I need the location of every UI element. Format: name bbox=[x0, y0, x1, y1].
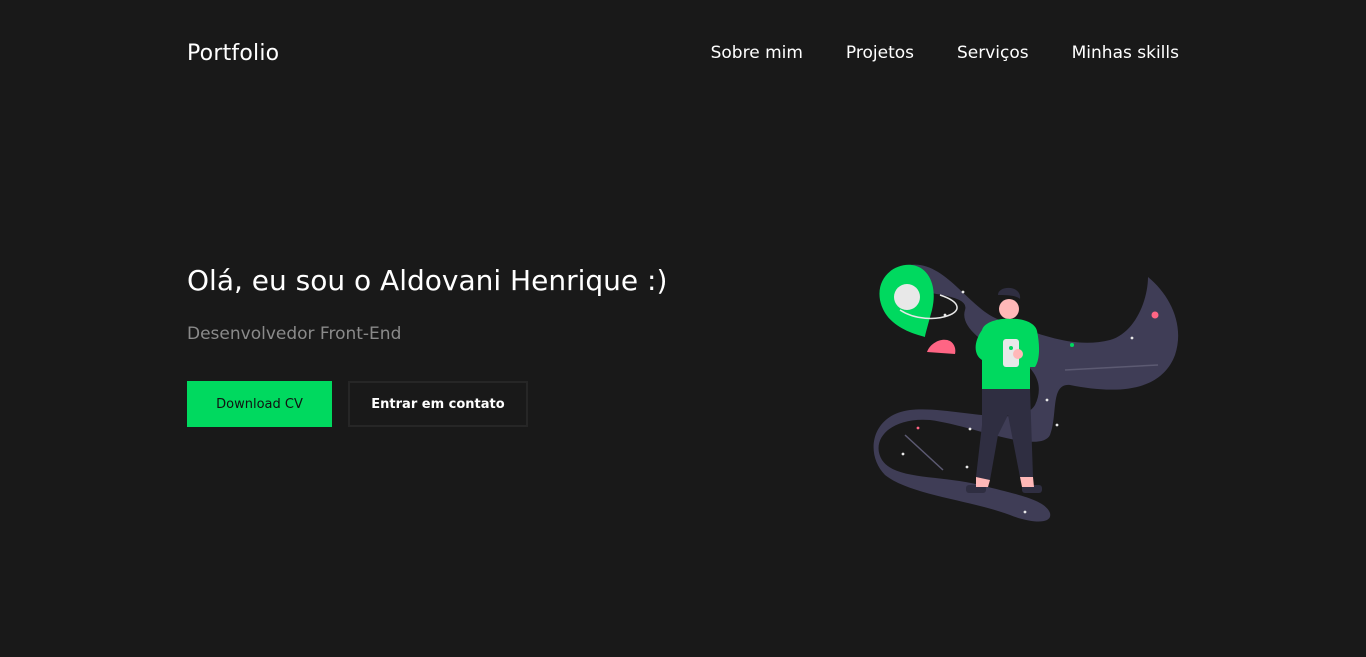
hero-title: Olá, eu sou o Aldovani Henrique :) bbox=[187, 264, 668, 297]
star bbox=[901, 452, 905, 456]
page: Portfolio Sobre mim Projetos Serviços Mi… bbox=[0, 0, 1366, 657]
logo[interactable]: Portfolio bbox=[187, 41, 279, 66]
hero-subtitle: Desenvolvedor Front-End bbox=[187, 324, 402, 344]
download-cv-button[interactable]: Download CV bbox=[187, 381, 332, 427]
star bbox=[1023, 510, 1027, 514]
pink-planet bbox=[927, 339, 956, 354]
star bbox=[961, 290, 965, 294]
star bbox=[1055, 423, 1059, 427]
shooting-star bbox=[904, 434, 944, 471]
star bbox=[916, 426, 920, 430]
astronaut-space-illustration bbox=[873, 264, 1179, 522]
star bbox=[1130, 336, 1134, 340]
contact-button[interactable]: Entrar em contato bbox=[348, 381, 528, 427]
star bbox=[965, 465, 969, 469]
planet-crater bbox=[894, 284, 920, 310]
nav-item-sobre-mim[interactable]: Sobre mim bbox=[711, 43, 803, 63]
nav-item-minhas-skills[interactable]: Minhas skills bbox=[1072, 43, 1179, 63]
nav-item-projetos[interactable]: Projetos bbox=[846, 43, 914, 63]
star bbox=[943, 313, 947, 317]
nav-item-servicos[interactable]: Serviços bbox=[957, 43, 1029, 63]
main-nav: Sobre mim Projetos Serviços Minhas skill… bbox=[711, 43, 1179, 63]
star bbox=[1045, 398, 1049, 402]
star bbox=[968, 427, 972, 431]
star bbox=[1070, 343, 1074, 347]
star bbox=[1151, 311, 1159, 319]
